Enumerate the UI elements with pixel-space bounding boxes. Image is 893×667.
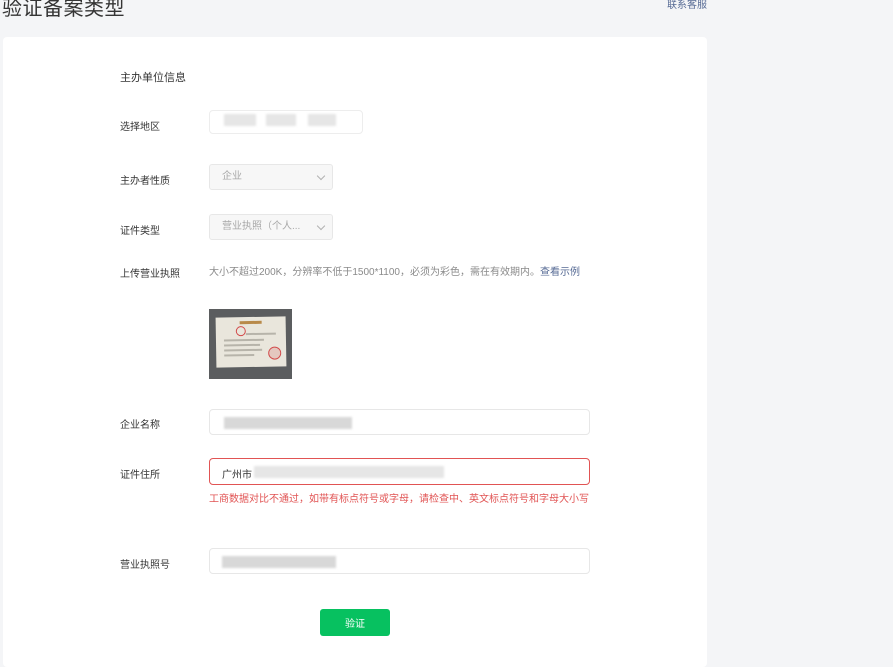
organizer-type-value: 企业 <box>222 171 242 182</box>
license-number-label: 营业执照号 <box>120 560 170 571</box>
verify-button[interactable]: 验证 <box>320 609 390 636</box>
certificate-address-label: 证件住所 <box>120 470 160 481</box>
organizer-type-label: 主办者性质 <box>120 176 170 187</box>
certificate-address-input[interactable]: 广州市 <box>209 458 590 485</box>
page-title: 验证备案类型 <box>2 0 125 20</box>
license-number-input[interactable] <box>209 548 590 574</box>
region-value-redacted <box>224 114 256 126</box>
company-name-label: 企业名称 <box>120 420 160 431</box>
company-name-redacted <box>224 417 352 429</box>
chevron-down-icon <box>316 221 326 231</box>
organizer-type-select[interactable]: 企业 <box>209 164 333 190</box>
license-upload-hint: 大小不超过200K，分辨率不低于1500*1100，必须为彩色，需在有效期内。查… <box>209 265 594 281</box>
view-example-link[interactable]: 查看示例 <box>540 267 580 278</box>
certificate-type-select[interactable]: 营业执照（个人... <box>209 214 333 240</box>
certificate-type-value: 营业执照（个人... <box>222 221 301 232</box>
contact-support-link[interactable]: 联系客服 <box>667 0 707 11</box>
company-name-input[interactable] <box>209 409 590 435</box>
chevron-down-icon <box>316 171 326 181</box>
license-thumbnail[interactable] <box>209 309 292 379</box>
license-document-image <box>215 316 287 368</box>
certificate-type-label: 证件类型 <box>120 226 160 237</box>
region-value-redacted-3 <box>308 114 336 126</box>
hint-text: 大小不超过200K，分辨率不低于1500*1100，必须为彩色，需在有效期内。 <box>209 267 540 278</box>
address-value-prefix: 广州市 <box>222 470 252 481</box>
address-value-redacted <box>254 466 444 478</box>
region-select[interactable] <box>209 110 363 134</box>
region-label: 选择地区 <box>120 122 160 133</box>
address-error-message: 工商数据对比不通过，如带有标点符号或字母，请检查中、英文标点符号和字母大小写 <box>209 494 589 505</box>
license-upload-label: 上传营业执照 <box>120 269 180 280</box>
license-number-redacted <box>222 556 336 568</box>
section-title: 主办单位信息 <box>120 72 186 84</box>
region-value-redacted-2 <box>266 114 296 126</box>
